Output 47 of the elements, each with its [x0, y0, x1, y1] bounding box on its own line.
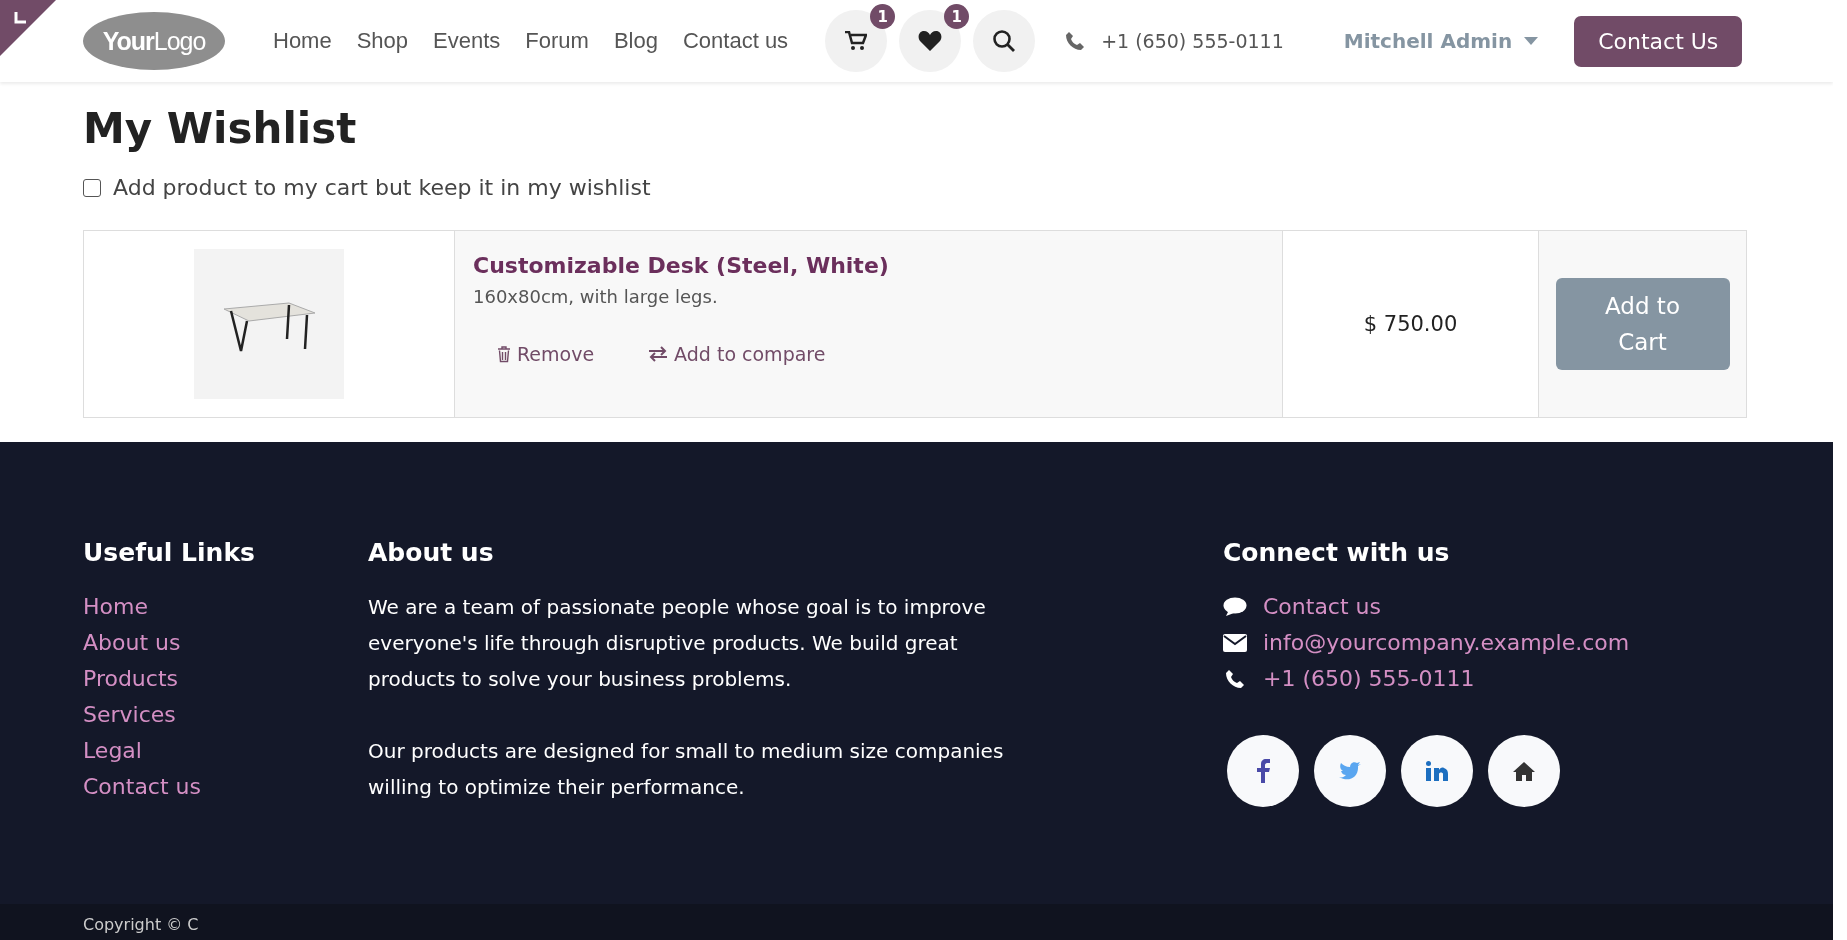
contact-us-button[interactable]: Contact Us [1574, 15, 1743, 67]
nav-link[interactable]: Contact us [682, 28, 789, 54]
nav-link[interactable]: Shop [356, 28, 409, 54]
phone-icon [1065, 31, 1086, 51]
wishlist-count-badge: 1 [944, 4, 970, 29]
page-title: My Wishlist [83, 104, 358, 153]
about-paragraph: Our products are designed for small to medium size companies willing to optimize their performance. [368, 738, 1005, 801]
footer-link[interactable]: About us [83, 625, 181, 661]
nav-link[interactable]: Home [273, 28, 332, 54]
checkbox-label: Add product to my cart but keep it in my wishlist [113, 175, 651, 200]
bird-icon [1339, 762, 1361, 780]
contact-link[interactable]: Contact us [1263, 589, 1381, 625]
phone-number: +1 (650) 555-0111 [1101, 30, 1284, 52]
home-icon [1513, 761, 1535, 781]
product-name[interactable]: Customizable Desk (Steel, White) [473, 253, 889, 278]
cart-count-badge: 1 [870, 4, 896, 29]
footer-heading: Connect with us [1223, 538, 1451, 567]
linkedin-icon [1426, 761, 1448, 781]
heart-icon [918, 30, 943, 52]
search-icon [992, 29, 1017, 53]
caret-icon [1524, 37, 1539, 45]
footer-link[interactable]: Contact us [83, 769, 201, 805]
edit-corner-icon[interactable] [0, 0, 56, 56]
contact-link[interactable]: info@yourcompany.example.com [1263, 625, 1630, 661]
footer-link[interactable]: Legal [83, 733, 142, 769]
footer-heading: Useful Links [83, 538, 256, 567]
nav-link[interactable]: Events [433, 28, 501, 54]
product-description: 160x80cm, with large legs. [473, 286, 718, 307]
trash-icon [497, 345, 511, 363]
nav-link[interactable]: Blog [613, 28, 658, 54]
footer-link[interactable]: Services [83, 697, 176, 733]
contact-link[interactable]: +1 (650) 555-0111 [1263, 661, 1475, 697]
copyright-text: Copyright © C [83, 914, 199, 936]
facebook-icon [1256, 759, 1270, 783]
nav-link[interactable]: Forum [525, 28, 589, 54]
about-paragraph: We are a team of passionate people whose goal is to improve everyone's life through disruptive products. We build great products to solve your business problems. [368, 594, 987, 693]
phone-icon [1223, 669, 1247, 689]
footer-link[interactable]: Home [83, 589, 148, 625]
remove-link[interactable]: Remove [497, 343, 595, 365]
chat-bubble-icon [1223, 597, 1247, 617]
add-to-compare-link[interactable]: Add to compare [648, 343, 826, 365]
checkbox[interactable] [83, 178, 101, 197]
footer-heading: About us [368, 538, 495, 567]
exchange-icon [648, 346, 669, 362]
footer-link[interactable]: Products [83, 661, 178, 697]
cart-icon [845, 31, 868, 51]
envelope-icon [1223, 634, 1247, 652]
